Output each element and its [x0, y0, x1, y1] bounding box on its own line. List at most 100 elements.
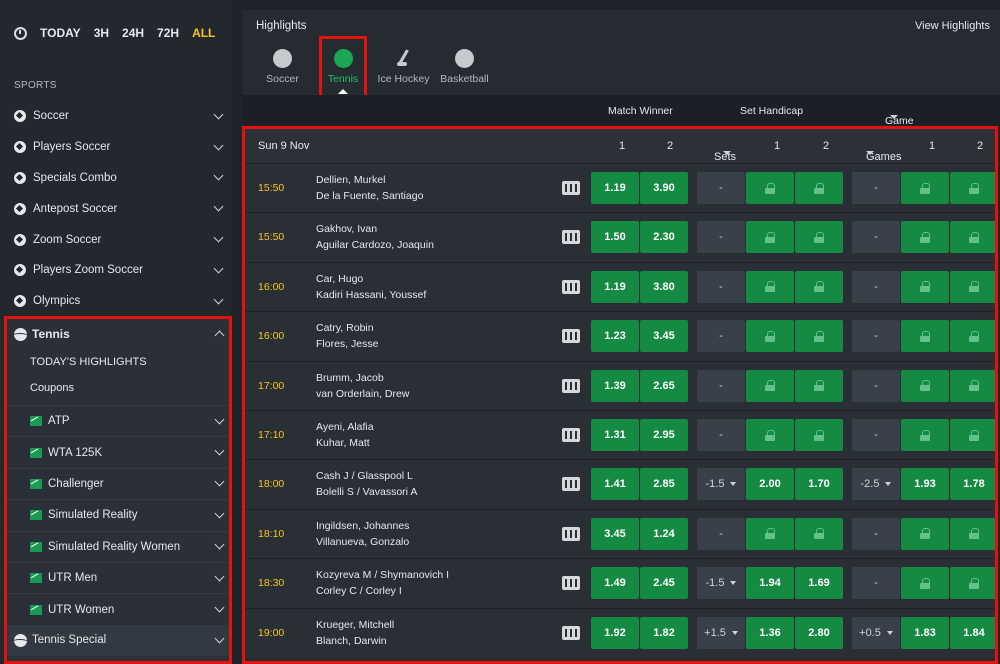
time-filter-today[interactable]: TODAY — [40, 26, 81, 40]
odds-button-match-winner-1[interactable]: 1.50 — [591, 221, 639, 254]
event-player-2[interactable]: Corley C / Corley I — [316, 585, 402, 597]
event-player-2[interactable]: Kadiri Hassani, Youssef — [316, 289, 426, 301]
sidebar-item-tennis[interactable]: Tennis — [7, 319, 229, 349]
odds-button-match-winner-1[interactable]: 1.92 — [591, 616, 639, 649]
odds-button-match-winner-1[interactable]: 1.19 — [591, 172, 639, 204]
odds-button-match-winner-2[interactable]: 1.82 — [640, 616, 688, 649]
stats-icon[interactable] — [562, 279, 580, 294]
sidebar-item-zoom-soccer[interactable]: Zoom Soccer — [0, 224, 232, 255]
time-filter-3h[interactable]: 3H — [94, 26, 109, 40]
odds-button-match-winner-1[interactable]: 1.49 — [591, 567, 639, 600]
game-handicap-odds-2[interactable]: 1.84 — [950, 616, 995, 649]
event-player-1[interactable]: Ayeni, Alafia — [316, 421, 374, 433]
sidebar-subitem-utr-women[interactable]: UTR Women — [7, 593, 229, 624]
odds-button-match-winner-1[interactable]: 1.31 — [591, 419, 639, 451]
stats-icon[interactable] — [562, 181, 580, 195]
game-handicap-line[interactable]: +0.5 — [852, 616, 900, 649]
sidebar-item-specials-combo[interactable]: Specials Combo — [0, 163, 232, 194]
odds-button-match-winner-2[interactable]: 2.95 — [640, 419, 688, 451]
set-handicap-line[interactable]: -1.5 — [697, 468, 745, 501]
sidebar-item-antepost-soccer[interactable]: Antepost Soccer — [0, 193, 232, 224]
odds-button-match-winner-2[interactable]: 2.30 — [640, 221, 688, 254]
market-set-handicap: Set Handicap — [740, 105, 804, 117]
sidebar-subitem-atp[interactable]: ATP — [7, 405, 229, 436]
odds-button-match-winner-1[interactable]: 1.41 — [591, 468, 639, 501]
odds-button-match-winner-2[interactable]: 2.85 — [640, 468, 688, 501]
odds-button-match-winner-2[interactable]: 1.24 — [640, 517, 688, 550]
soccer-ball-icon — [13, 109, 27, 123]
set-handicap-line[interactable]: +1.5 — [697, 616, 745, 649]
stats-icon[interactable] — [562, 576, 580, 591]
odds-button-match-winner-1[interactable]: 3.45 — [591, 517, 639, 550]
event-player-1[interactable]: Kozyreva M / Shymanovich I — [316, 569, 449, 581]
stats-icon[interactable] — [562, 230, 580, 245]
tab-basketball[interactable]: Basketball — [434, 40, 495, 94]
set-handicap-line: - — [697, 172, 745, 204]
odds-button-match-winner-2[interactable]: 2.45 — [640, 567, 688, 600]
stats-icon[interactable] — [562, 477, 580, 492]
game-handicap-odds-1[interactable]: 1.93 — [901, 468, 949, 501]
sidebar-item-olympics[interactable]: Olympics — [0, 286, 232, 317]
set-handicap-odds-2[interactable]: 1.69 — [795, 567, 843, 600]
time-filter-all[interactable]: ALL — [192, 26, 215, 40]
stats-icon[interactable] — [562, 428, 580, 442]
sidebar-item-tennis-special[interactable]: Tennis Special — [7, 624, 229, 656]
odds-button-match-winner-2[interactable]: 3.80 — [640, 270, 688, 303]
game-handicap-odds-1[interactable]: 1.83 — [901, 616, 949, 649]
event-player-2[interactable]: Aguilar Cardozo, Joaquin — [316, 239, 434, 251]
stats-icon[interactable] — [562, 526, 580, 541]
event-player-1[interactable]: Car, Hugo — [316, 273, 363, 285]
event-player-1[interactable]: Catry, Robin — [316, 322, 374, 334]
sidebar-subitem-wta-125k[interactable]: WTA 125K — [7, 436, 229, 467]
coupons-link[interactable]: Coupons — [7, 375, 229, 401]
event-player-1[interactable]: Gakhov, Ivan — [316, 223, 377, 235]
soccer-ball-icon-glyph — [14, 202, 26, 215]
odds-button-match-winner-2[interactable]: 3.45 — [640, 320, 688, 353]
event-player-2[interactable]: Flores, Jesse — [316, 338, 378, 350]
stats-icon[interactable] — [562, 378, 580, 393]
view-highlights-link[interactable]: View Highlights — [915, 20, 990, 32]
event-player-2[interactable]: Blanch, Darwin — [316, 635, 387, 647]
set-handicap-odds-1[interactable]: 2.00 — [746, 468, 794, 501]
set-handicap-locked-1 — [746, 172, 794, 204]
tab-tennis[interactable]: Tennis — [319, 36, 367, 98]
set-handicap-odds-2[interactable]: 2.80 — [795, 616, 843, 649]
event-player-2[interactable]: van Orderlain, Drew — [316, 388, 409, 400]
game-handicap-line[interactable]: -2.5 — [852, 468, 900, 501]
event-player-2[interactable]: Kuhar, Matt — [316, 437, 370, 449]
time-filter-24h[interactable]: 24H — [122, 26, 144, 40]
tab-soccer[interactable]: Soccer — [252, 40, 313, 94]
todays-highlights-link[interactable]: TODAY'S HIGHLIGHTS — [7, 349, 229, 375]
tab-ice-hockey[interactable]: Ice Hockey — [373, 40, 434, 94]
sidebar-item-players-soccer[interactable]: Players Soccer — [0, 132, 232, 163]
lock-icon — [765, 182, 775, 194]
sidebar-item-label: Specials Combo — [33, 171, 117, 184]
set-handicap-odds-1[interactable]: 1.94 — [746, 567, 794, 600]
set-handicap-odds-1[interactable]: 1.36 — [746, 616, 794, 649]
game-handicap-odds-2[interactable]: 1.78 — [950, 468, 995, 501]
event-player-1[interactable]: Dellien, Murkel — [316, 174, 385, 186]
odds-button-match-winner-1[interactable]: 1.39 — [591, 369, 639, 402]
sidebar-subitem-simulated-reality-women[interactable]: Simulated Reality Women — [7, 530, 229, 562]
stats-icon[interactable] — [562, 625, 580, 640]
sidebar-subitem-utr-men[interactable]: UTR Men — [7, 561, 229, 593]
odds-button-match-winner-2[interactable]: 3.90 — [640, 172, 688, 204]
sidebar-subitem-simulated-reality[interactable]: Simulated Reality — [7, 499, 229, 530]
odds-button-match-winner-2[interactable]: 2.65 — [640, 369, 688, 402]
sidebar-item-soccer[interactable]: Soccer — [0, 101, 232, 132]
event-player-1[interactable]: Krueger, Mitchell — [316, 619, 394, 631]
set-handicap-odds-2[interactable]: 1.70 — [795, 468, 843, 501]
event-player-2[interactable]: Bolelli S / Vavassori A — [316, 486, 417, 498]
event-player-2[interactable]: De la Fuente, Santiago — [316, 190, 423, 202]
sidebar-item-players-zoom-soccer[interactable]: Players Zoom Soccer — [0, 255, 232, 286]
event-player-1[interactable]: Cash J / Glasspool L — [316, 470, 413, 482]
set-handicap-line[interactable]: -1.5 — [697, 567, 745, 600]
sidebar-subitem-challenger[interactable]: Challenger — [7, 467, 229, 499]
odds-button-match-winner-1[interactable]: 1.23 — [591, 320, 639, 353]
event-player-2[interactable]: Villanueva, Gonzalo — [316, 536, 409, 548]
odds-button-match-winner-1[interactable]: 1.19 — [591, 270, 639, 303]
time-filter-72h[interactable]: 72H — [157, 26, 179, 40]
stats-icon[interactable] — [562, 329, 580, 344]
event-player-1[interactable]: Brumm, Jacob — [316, 372, 384, 384]
event-player-1[interactable]: Ingildsen, Johannes — [316, 520, 409, 532]
